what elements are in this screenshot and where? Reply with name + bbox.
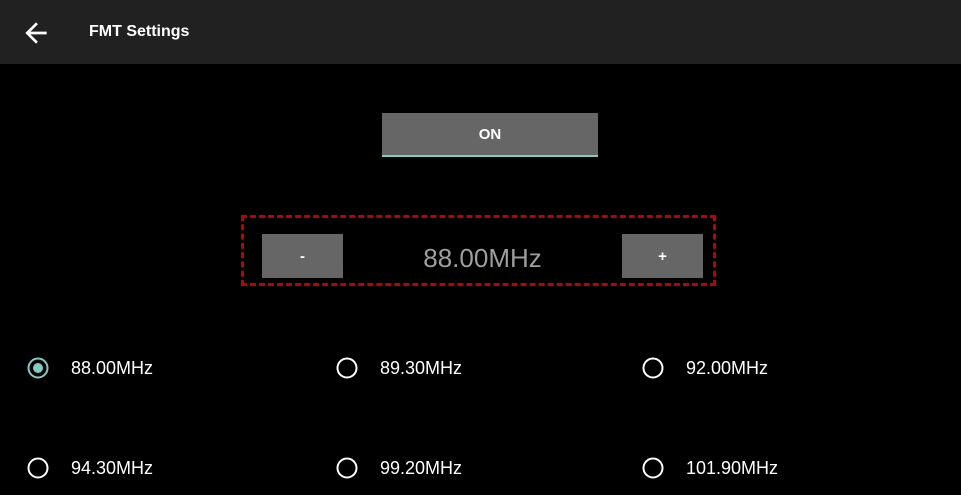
preset-label: 94.30MHz	[71, 457, 154, 478]
radio-unchecked-icon[interactable]	[642, 457, 664, 479]
increase-frequency-button[interactable]: +	[622, 234, 703, 278]
radio-unchecked-icon[interactable]	[27, 457, 49, 479]
radio-unchecked-icon[interactable]	[336, 457, 358, 479]
top-app-bar: FMT Settings	[0, 0, 961, 64]
preset-option-99-20[interactable]: 99.20MHz	[336, 453, 462, 483]
preset-option-101-90[interactable]: 101.90MHz	[642, 453, 778, 483]
preset-label: 89.30MHz	[380, 357, 463, 378]
fmt-settings-screen: FMT Settings ON - 88.00MHz + 88.00MHz 89…	[0, 0, 961, 495]
preset-label: 101.90MHz	[686, 457, 779, 478]
preset-option-89-30[interactable]: 89.30MHz	[336, 353, 462, 383]
preset-option-88-00[interactable]: 88.00MHz	[27, 353, 153, 383]
current-frequency-display: 88.00MHz	[423, 242, 542, 273]
arrow-left-icon	[25, 22, 47, 44]
decrease-frequency-button[interactable]: -	[262, 234, 343, 278]
transmitter-toggle-button[interactable]: ON	[382, 113, 598, 157]
preset-label: 92.00MHz	[686, 357, 769, 378]
back-button[interactable]	[20, 17, 52, 49]
preset-option-94-30[interactable]: 94.30MHz	[27, 453, 153, 483]
page-title: FMT Settings	[89, 23, 190, 40]
preset-option-92-00[interactable]: 92.00MHz	[642, 353, 768, 383]
radio-checked-icon[interactable]	[27, 357, 49, 379]
preset-label: 88.00MHz	[71, 357, 154, 378]
radio-unchecked-icon[interactable]	[336, 357, 358, 379]
radio-unchecked-icon[interactable]	[642, 357, 664, 379]
preset-label: 99.20MHz	[380, 457, 463, 478]
